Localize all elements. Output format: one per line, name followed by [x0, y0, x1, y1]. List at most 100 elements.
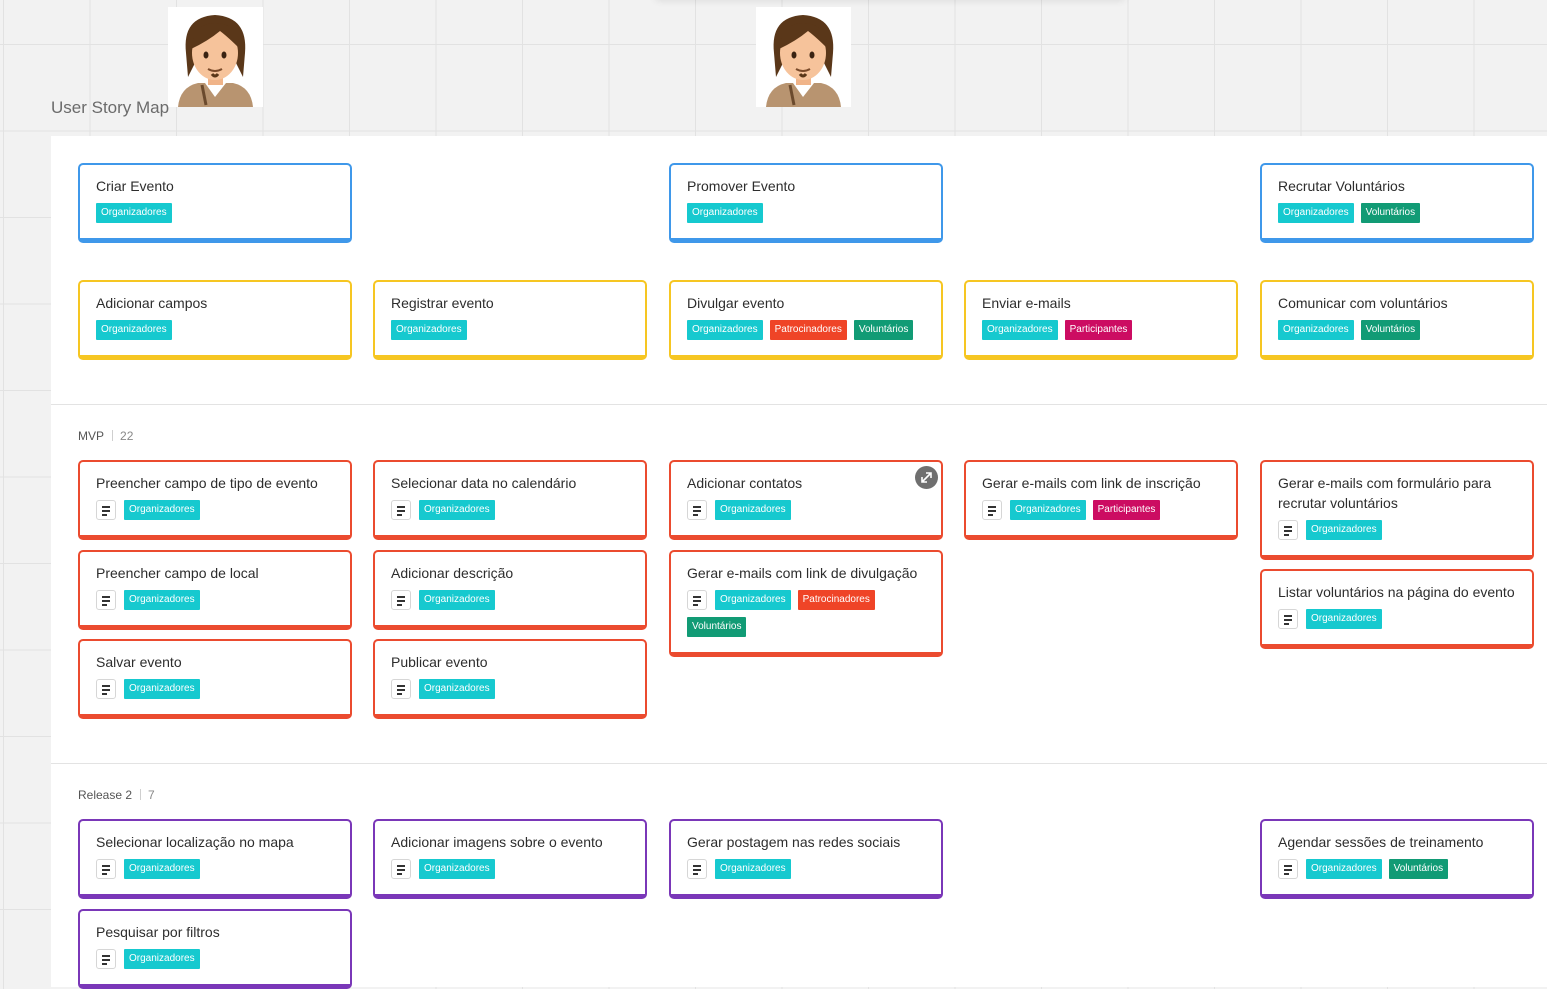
tag-organizadores[interactable]: Organizadores — [419, 500, 495, 520]
tag-voluntarios[interactable]: Voluntários — [1360, 203, 1421, 223]
tag-organizadores[interactable]: Organizadores — [1306, 859, 1382, 879]
story-card[interactable]: Gerar e-mails com link de inscrição Organ… — [964, 460, 1238, 540]
avatar-icon — [766, 15, 841, 107]
release-label-release-2[interactable]: Release 2 7 — [78, 788, 155, 802]
story-card[interactable]: Listar voluntários na página do evento Or… — [1260, 569, 1534, 649]
tag-organizadores[interactable]: Organizadores — [1306, 520, 1382, 540]
description-icon[interactable] — [96, 949, 116, 969]
tag-participantes[interactable]: Participantes — [1064, 320, 1133, 340]
tag-organizadores[interactable]: Organizadores — [1010, 500, 1086, 520]
tag-organizadores[interactable]: Organizadores — [96, 320, 172, 340]
card-tags: Organizadores Voluntários — [1278, 859, 1522, 886]
tag-organizadores[interactable]: Organizadores — [982, 320, 1058, 340]
description-icon[interactable] — [96, 500, 116, 520]
description-icon[interactable] — [687, 859, 707, 879]
card-title: Gerar e-mails com link de divulgação — [687, 565, 918, 581]
card-tags: Organizadores — [391, 500, 635, 527]
card-title: Comunicar com voluntários — [1278, 295, 1448, 311]
story-card[interactable]: Recrutar Voluntários Organizadores Voluntá… — [1260, 163, 1534, 243]
card-title: Salvar evento — [96, 654, 182, 670]
card-tags: Organizadores — [391, 320, 635, 347]
story-card[interactable]: Registrar evento Organizadores — [373, 280, 647, 360]
tag-organizadores[interactable]: Organizadores — [124, 500, 200, 520]
persona-avatar[interactable] — [756, 7, 851, 107]
tag-organizadores[interactable]: Organizadores — [124, 590, 200, 610]
description-icon[interactable] — [391, 859, 411, 879]
description-icon[interactable] — [391, 500, 411, 520]
tag-voluntarios[interactable]: Voluntários — [687, 617, 747, 637]
card-title: Adicionar imagens sobre o evento — [391, 834, 603, 850]
story-card[interactable]: Preencher campo de local Organizadores — [78, 550, 352, 630]
story-card[interactable]: Promover Evento Organizadores — [669, 163, 943, 243]
tag-organizadores[interactable]: Organizadores — [1278, 320, 1354, 340]
tag-organizadores[interactable]: Organizadores — [1278, 203, 1354, 223]
card-title: Preencher campo de local — [96, 565, 259, 581]
description-icon[interactable] — [96, 679, 116, 699]
card-title: Recrutar Voluntários — [1278, 178, 1405, 194]
story-card[interactable]: Adicionar campos Organizadores — [78, 280, 352, 360]
story-card[interactable]: Agendar sessões de treinamento Organizado… — [1260, 819, 1534, 899]
story-card[interactable]: Comunicar com voluntários Organizadores Vo… — [1260, 280, 1534, 360]
tag-organizadores[interactable]: Organizadores — [391, 320, 467, 340]
description-icon[interactable] — [1278, 520, 1298, 540]
tag-organizadores[interactable]: Organizadores — [1306, 609, 1382, 629]
description-icon[interactable] — [982, 500, 1002, 520]
story-card[interactable]: Selecionar data no calendário Organizador… — [373, 460, 647, 540]
release-divider — [51, 404, 1547, 405]
persona-avatar[interactable] — [168, 7, 263, 107]
description-icon[interactable] — [1278, 859, 1298, 879]
tag-organizadores[interactable]: Organizadores — [715, 500, 791, 520]
story-card[interactable]: Enviar e-mails Organizadores Participantes — [964, 280, 1238, 360]
story-card[interactable]: Gerar postagem nas redes sociais Organiza… — [669, 819, 943, 899]
story-card[interactable]: Pesquisar por filtros Organizadores — [78, 909, 352, 989]
tag-organizadores[interactable]: Organizadores — [715, 590, 791, 610]
card-title: Gerar e-mails com formulário para recrut… — [1278, 475, 1492, 511]
tag-organizadores[interactable]: Organizadores — [687, 203, 763, 223]
tag-organizadores[interactable]: Organizadores — [124, 679, 200, 699]
story-card[interactable]: Publicar evento Organizadores — [373, 639, 647, 719]
tag-organizadores[interactable]: Organizadores — [124, 859, 200, 879]
release-label-mvp[interactable]: MVP 22 — [78, 429, 133, 443]
tag-participantes[interactable]: Participantes — [1092, 500, 1161, 520]
description-icon[interactable] — [1278, 609, 1298, 629]
tag-organizadores[interactable]: Organizadores — [715, 859, 791, 879]
description-icon[interactable] — [96, 859, 116, 879]
card-title: Gerar postagem nas redes sociais — [687, 834, 901, 850]
card-tags: Organizadores Patrocinadores Voluntários — [687, 320, 931, 347]
tag-organizadores[interactable]: Organizadores — [124, 949, 200, 969]
tag-organizadores[interactable]: Organizadores — [419, 679, 495, 699]
tag-organizadores[interactable]: Organizadores — [96, 203, 172, 223]
story-card[interactable]: Salvar evento Organizadores — [78, 639, 352, 719]
expand-icon[interactable] — [915, 466, 938, 489]
story-card[interactable]: Selecionar localização no mapa Organizado… — [78, 819, 352, 899]
story-card[interactable]: Preencher campo de tipo de evento Organiz… — [78, 460, 352, 540]
description-icon[interactable] — [391, 679, 411, 699]
story-card[interactable]: Divulgar evento Organizadores Patrocinador… — [669, 280, 943, 360]
description-icon[interactable] — [391, 590, 411, 610]
tag-voluntarios[interactable]: Voluntários — [1360, 320, 1421, 340]
tag-patrocinadores[interactable]: Patrocinadores — [769, 320, 847, 340]
story-card[interactable]: Adicionar contatos Organizadores — [669, 460, 943, 540]
tag-voluntarios[interactable]: Voluntários — [853, 320, 914, 340]
tag-patrocinadores[interactable]: Patrocinadores — [797, 590, 875, 610]
tag-organizadores[interactable]: Organizadores — [419, 590, 495, 610]
story-card[interactable]: Adicionar descrição Organizadores — [373, 550, 647, 630]
release-name: Release 2 — [78, 788, 133, 802]
story-card[interactable]: Criar Evento Organizadores — [78, 163, 352, 243]
card-tags: Organizadores — [96, 859, 340, 886]
card-title: Selecionar data no calendário — [391, 475, 577, 491]
card-title: Enviar e-mails — [982, 295, 1071, 311]
tag-organizadores[interactable]: Organizadores — [419, 859, 495, 879]
card-tags: Organizadores — [1278, 609, 1522, 636]
card-title: Publicar evento — [391, 654, 488, 670]
description-icon[interactable] — [96, 590, 116, 610]
tag-voluntarios[interactable]: Voluntários — [1388, 859, 1449, 879]
story-card[interactable]: Gerar e-mails com formulário para recrut… — [1260, 460, 1534, 560]
card-title: Divulgar evento — [687, 295, 785, 311]
story-card[interactable]: Gerar e-mails com link de divulgação Orga… — [669, 550, 943, 657]
tag-organizadores[interactable]: Organizadores — [687, 320, 763, 340]
card-title: Adicionar campos — [96, 295, 208, 311]
story-card[interactable]: Adicionar imagens sobre o evento Organiza… — [373, 819, 647, 899]
description-icon[interactable] — [687, 590, 707, 610]
description-icon[interactable] — [687, 500, 707, 520]
